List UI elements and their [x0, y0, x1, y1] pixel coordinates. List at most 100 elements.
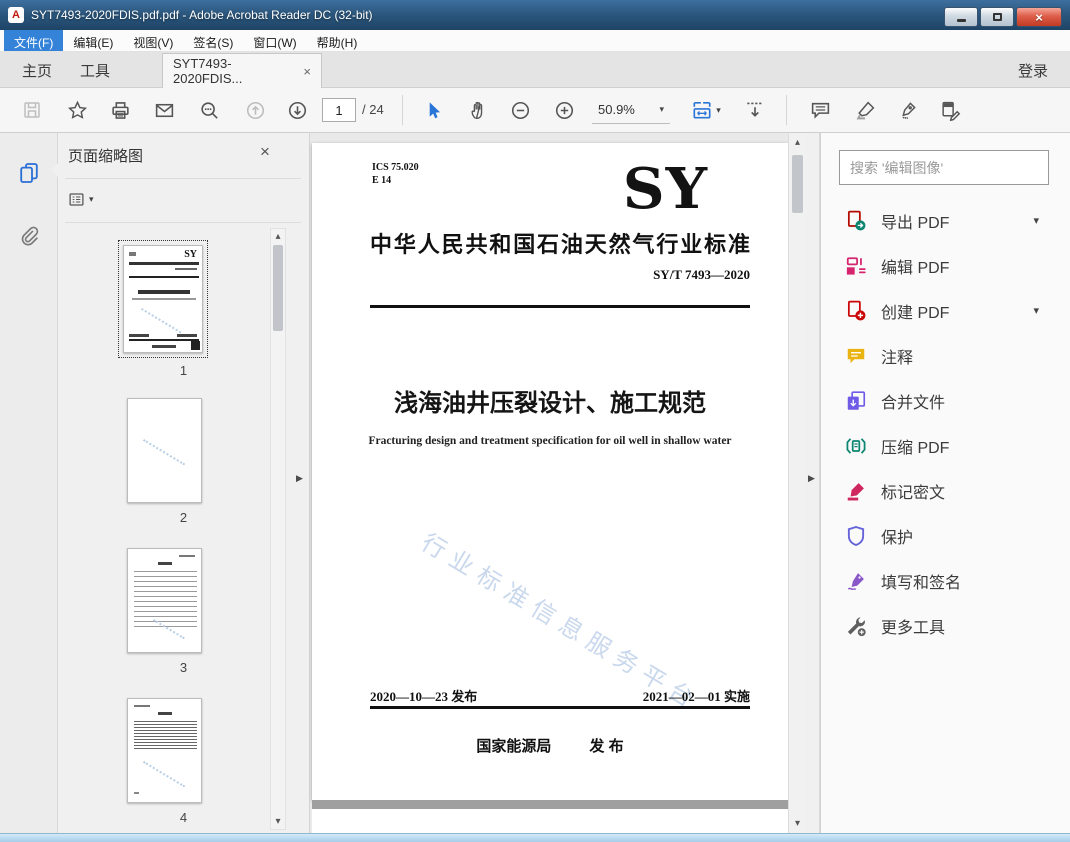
- thumbnail-page-2[interactable]: [127, 398, 202, 503]
- issue-date: 2020—10—23 发布: [370, 689, 478, 704]
- attachments-pane-button[interactable]: [14, 221, 44, 251]
- tools-search-input[interactable]: [839, 150, 1049, 185]
- search-icon: [200, 101, 218, 119]
- page-scrolling-icon: [747, 102, 763, 117]
- sign-button[interactable]: [890, 93, 924, 127]
- title-bar: A SYT7493-2020FDIS.pdf.pdf - Adobe Acrob…: [0, 0, 1070, 30]
- menu-help[interactable]: 帮助(H): [307, 30, 368, 51]
- collapse-right-panel-handle[interactable]: ▶: [808, 473, 815, 484]
- minimize-icon: [956, 18, 966, 22]
- redact-marker-icon: [845, 480, 867, 502]
- close-icon: ×: [1035, 9, 1043, 25]
- chevron-down-icon[interactable]: ▾: [1033, 214, 1039, 227]
- scroll-mode-button[interactable]: [738, 93, 772, 127]
- select-tool-button[interactable]: [416, 93, 450, 127]
- zoom-out-button[interactable]: [503, 93, 537, 127]
- thumbnail-page-4[interactable]: [127, 698, 202, 803]
- chevron-down-icon[interactable]: ▾: [1033, 304, 1039, 317]
- page-thumbnails-pane-button[interactable]: [14, 158, 44, 188]
- page-number-input[interactable]: [322, 98, 356, 122]
- minimize-button[interactable]: [944, 7, 978, 27]
- divider: [65, 178, 301, 179]
- scroll-down-icon[interactable]: ▾: [271, 816, 285, 827]
- menu-sign[interactable]: 签名(S): [183, 30, 243, 51]
- document-view: ICS 75.020 E 14 SY 中华人民共和国石油天然气行业标准 SY/T…: [310, 133, 806, 833]
- tool-redact[interactable]: 标记密文: [821, 468, 1070, 513]
- scroll-down-icon[interactable]: ▾: [789, 818, 806, 829]
- combine-files-icon: [845, 390, 867, 412]
- tool-comment[interactable]: 注释: [821, 333, 1070, 378]
- fit-width-button[interactable]: ▾: [684, 93, 728, 127]
- menu-file[interactable]: 文件(F): [4, 30, 64, 51]
- implementation-date: 2021—02—01 实施: [642, 689, 750, 704]
- thumbnails-scrollbar[interactable]: ▴ ▾: [270, 228, 286, 830]
- pdf-page-2-top[interactable]: [312, 809, 788, 833]
- document-scrollbar[interactable]: ▴ ▾: [788, 133, 806, 833]
- acrobat-pdf-icon: A: [8, 7, 24, 23]
- scrollbar-thumb[interactable]: [273, 245, 283, 331]
- tool-export-pdf[interactable]: 导出 PDF ▾: [821, 198, 1070, 243]
- zoom-level-dropdown[interactable]: 50.9% ▾: [592, 96, 670, 124]
- tool-create-pdf[interactable]: 创建 PDF ▾: [821, 288, 1070, 333]
- document-subtitle-en: Fracturing design and treatment specific…: [368, 435, 732, 447]
- email-button[interactable]: [147, 93, 181, 127]
- menu-edit[interactable]: 编辑(E): [63, 30, 123, 51]
- thumbnail-resize-handle[interactable]: [191, 341, 200, 350]
- wrench-plus-icon: [845, 615, 867, 637]
- thumbnail-page-1[interactable]: SY: [118, 240, 208, 358]
- chevron-down-icon: ▾: [659, 104, 664, 114]
- create-pdf-icon: [845, 300, 867, 322]
- hand-tool-button[interactable]: [461, 93, 495, 127]
- scrollbar-thumb[interactable]: [792, 155, 803, 213]
- highlight-button[interactable]: [848, 93, 882, 127]
- standard-number: SY/T 7493—2020: [653, 267, 750, 282]
- pdf-page-1[interactable]: ICS 75.020 E 14 SY 中华人民共和国石油天然气行业标准 SY/T…: [312, 143, 788, 800]
- maximize-button[interactable]: [980, 7, 1014, 27]
- collapse-left-panel-handle[interactable]: ▶: [296, 473, 303, 484]
- tools-list: 导出 PDF ▾ 编辑 PDF 创建 PDF ▾ 注释 合并文件 压缩 PDF …: [821, 198, 1070, 648]
- close-button[interactable]: ×: [1016, 7, 1062, 27]
- toolbar-separator: [786, 95, 787, 125]
- tab-home[interactable]: 主页: [22, 52, 52, 88]
- star-button[interactable]: [60, 93, 94, 127]
- tools-panel: 导出 PDF ▾ 编辑 PDF 创建 PDF ▾ 注释: [820, 133, 1070, 833]
- save-icon: [24, 102, 40, 118]
- zoom-in-button[interactable]: [547, 93, 581, 127]
- paperclip-icon: [21, 226, 39, 246]
- print-button[interactable]: [103, 93, 137, 127]
- scroll-up-icon[interactable]: ▴: [271, 231, 285, 242]
- previous-page-button[interactable]: [238, 93, 272, 127]
- panel-close-button[interactable]: ×: [254, 141, 276, 163]
- tool-more-tools[interactable]: 更多工具: [821, 603, 1070, 648]
- comment-button[interactable]: [803, 93, 837, 127]
- collapse-right-panel-column: ▶: [806, 133, 820, 833]
- tool-combine-files[interactable]: 合并文件: [821, 378, 1070, 423]
- stamp-edit-button[interactable]: [933, 93, 967, 127]
- tab-document-label: SYT7493-2020FDIS...: [173, 56, 243, 86]
- arrow-up-circle-icon: [246, 101, 264, 119]
- page-edit-icon: [941, 101, 960, 121]
- publisher-name: 国家能源局: [476, 738, 552, 755]
- publish-word: 发 布: [589, 738, 624, 755]
- edit-pdf-icon: [845, 255, 867, 277]
- menu-window[interactable]: 窗口(W): [243, 30, 306, 51]
- tab-document[interactable]: SYT7493-2020FDIS... ×: [162, 53, 322, 88]
- save-button[interactable]: [15, 93, 49, 127]
- tool-fill-sign[interactable]: 填写和签名: [821, 558, 1070, 603]
- email-icon: [155, 103, 173, 117]
- next-page-button[interactable]: [280, 93, 314, 127]
- thumbnail-options-button[interactable]: ▾: [68, 187, 102, 211]
- pointer-icon: [429, 101, 440, 118]
- tab-tools[interactable]: 工具: [80, 52, 110, 88]
- tool-compress-pdf[interactable]: 压缩 PDF: [821, 423, 1070, 468]
- menu-view[interactable]: 视图(V): [123, 30, 183, 51]
- scroll-up-icon[interactable]: ▴: [789, 137, 806, 148]
- tool-protect[interactable]: 保护: [821, 513, 1070, 558]
- search-button[interactable]: [192, 93, 226, 127]
- maximize-icon: [992, 13, 1002, 21]
- thumbnail-page-3[interactable]: [127, 548, 202, 653]
- tool-edit-pdf[interactable]: 编辑 PDF: [821, 243, 1070, 288]
- tab-close-icon[interactable]: ×: [303, 64, 311, 79]
- toolbar-separator: [402, 95, 403, 125]
- login-button[interactable]: 登录: [1018, 52, 1048, 88]
